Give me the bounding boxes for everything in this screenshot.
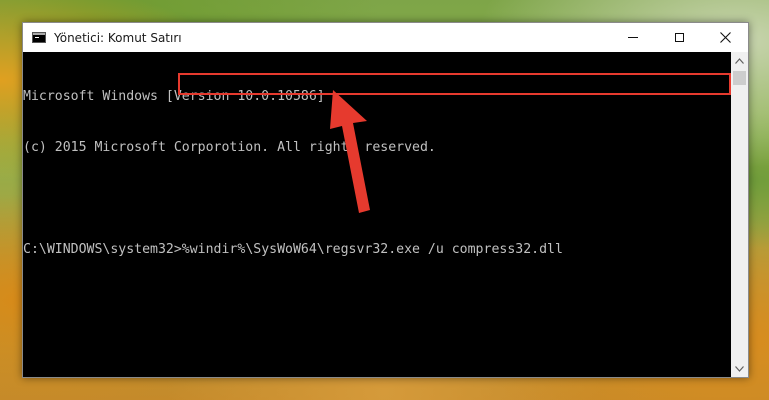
close-button[interactable] — [702, 23, 748, 52]
cmd-icon — [32, 32, 46, 43]
vertical-scrollbar[interactable] — [731, 52, 748, 377]
red-arrow-icon — [330, 90, 370, 213]
minimize-icon — [628, 37, 638, 38]
chevron-up-icon — [735, 57, 744, 64]
maximize-icon — [674, 33, 684, 42]
maximize-button[interactable] — [656, 23, 702, 52]
close-icon — [719, 32, 731, 43]
prompt: C:\WINDOWS\system32> — [23, 242, 182, 257]
command-line: C:\WINDOWS\system32>%windir%\SysWoW64\re… — [23, 241, 731, 258]
chevron-down-icon — [735, 365, 744, 372]
window-title: Yönetici: Komut Satırı — [54, 30, 182, 45]
minimize-button[interactable] — [610, 23, 656, 52]
command-highlight-box — [178, 73, 731, 95]
title-bar[interactable]: Yönetici: Komut Satırı — [23, 23, 748, 52]
scroll-down-button[interactable] — [731, 360, 748, 377]
window-controls — [610, 23, 748, 52]
scroll-up-button[interactable] — [731, 52, 748, 69]
command-text: %windir%\SysWoW64\regsvr32.exe /u compre… — [181, 242, 563, 257]
command-prompt-window: Yönetici: Komut Satırı Microsoft Windows… — [22, 22, 749, 378]
scrollbar-thumb[interactable] — [733, 71, 746, 85]
